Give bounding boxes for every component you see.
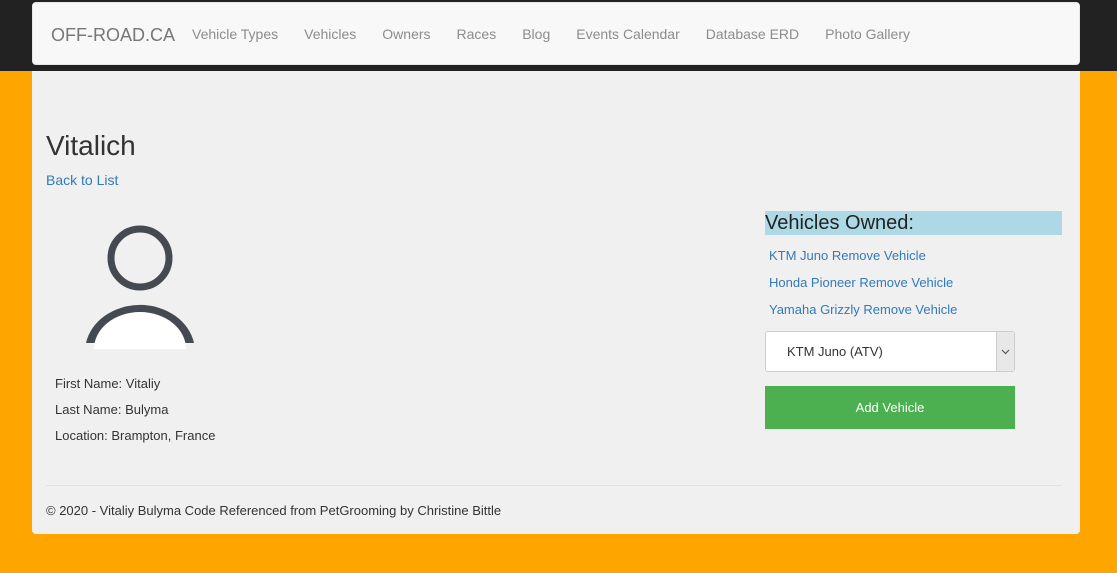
nav-vehicles[interactable]: Vehicles xyxy=(291,24,369,44)
vehicles-owned-list: KTM Juno Remove Vehicle Honda Pioneer Re… xyxy=(769,247,957,328)
main-content: Vitalich Back to List First Name: Vitali… xyxy=(32,71,1080,534)
nav-photo-gallery[interactable]: Photo Gallery xyxy=(812,24,923,44)
last-name: Last Name: Bulyma xyxy=(55,402,169,417)
footer-text: © 2020 - Vitaliy Bulyma Code Referenced … xyxy=(46,503,502,518)
nav-database-erd[interactable]: Database ERD xyxy=(693,24,812,44)
nav-owners[interactable]: Owners xyxy=(369,24,443,44)
nav-races[interactable]: Races xyxy=(444,24,510,44)
first-name: First Name: Vitaliy xyxy=(55,376,161,391)
add-vehicle-button[interactable]: Add Vehicle xyxy=(765,386,1015,429)
owner-details: First Name: Vitaliy Last Name: Bulyma Lo… xyxy=(55,376,215,454)
nav-events-calendar[interactable]: Events Calendar xyxy=(563,24,693,44)
vehicles-owned-heading: Vehicles Owned: xyxy=(765,211,1062,235)
footer-divider xyxy=(46,485,1062,486)
back-to-list-link[interactable]: Back to List xyxy=(46,171,118,189)
nav-vehicle-types[interactable]: Vehicle Types xyxy=(179,24,291,44)
owned-vehicle-link[interactable]: Honda Pioneer Remove Vehicle xyxy=(769,274,957,291)
nav-blog[interactable]: Blog xyxy=(509,24,563,44)
user-silhouette-icon xyxy=(80,225,200,349)
navbar: OFF-ROAD.CA Vehicle Types Vehicles Owner… xyxy=(32,2,1080,65)
brand-link[interactable]: OFF-ROAD.CA xyxy=(51,24,175,46)
chevron-down-icon[interactable] xyxy=(996,332,1014,371)
nav-links: Vehicle Types Vehicles Owners Races Blog… xyxy=(179,3,923,64)
vehicle-select-value: KTM Juno (ATV) xyxy=(787,344,883,359)
owned-vehicle-link[interactable]: KTM Juno Remove Vehicle xyxy=(769,247,957,264)
location: Location: Brampton, France xyxy=(55,428,216,443)
page-title: Vitalich xyxy=(46,130,136,161)
owned-vehicle-link[interactable]: Yamaha Grizzly Remove Vehicle xyxy=(769,301,957,318)
vehicle-select[interactable]: KTM Juno (ATV) xyxy=(765,331,1015,372)
